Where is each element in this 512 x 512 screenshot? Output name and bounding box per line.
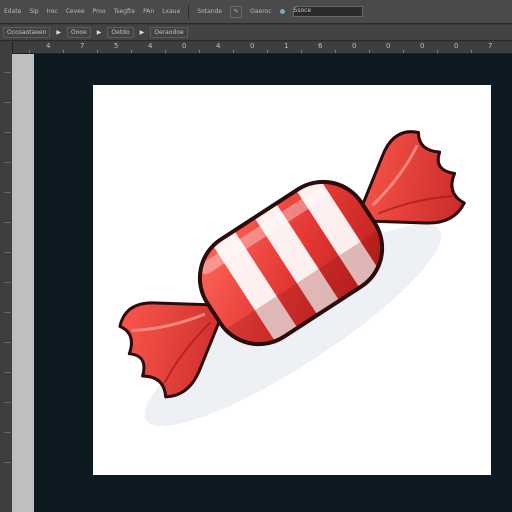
search-field[interactable]: Ssoce [292,6,363,17]
ruler-minor-tick [4,132,11,133]
menu-sip[interactable]: Sip [29,8,38,15]
ruler-minor-tick [4,432,11,433]
color-swatch-icon[interactable] [279,9,285,14]
ruler-minor-tick [199,50,200,53]
options-bar: Ocosaotaeen ▶ Oooe ▶ Oetdo ▶ Oeraodoe [0,25,512,41]
menu-edate[interactable]: Edate [4,8,21,15]
ruler-minor-tick [471,50,472,53]
menu-pan[interactable]: PAn [143,8,154,15]
ruler-tick: 6 [318,42,323,50]
play-icon[interactable]: ▶ [56,29,61,36]
ruler-minor-tick [233,50,234,53]
ruler-minor-tick [4,402,11,403]
ruler-tick: 4 [148,42,153,50]
ruler-minor-tick [437,50,438,53]
ruler-minor-tick [131,50,132,53]
ruler-minor-tick [4,342,11,343]
ruler-tick: 0 [250,42,255,50]
option-4[interactable]: Oeraodoe [150,27,188,38]
ruler-minor-tick [4,252,11,253]
menu-pmo[interactable]: Pmo [93,8,106,15]
ruler-tick: 7 [488,42,493,50]
ruler-minor-tick [4,102,11,103]
play-icon-2[interactable]: ▶ [97,29,102,36]
ruler-tick: 7 [80,42,85,50]
ruler-tick: 5 [114,42,119,50]
ruler-minor-tick [4,462,11,463]
menu-bar: Edate Sip Irec Cevee Pmo Tsegfte PAn Lxa… [0,0,512,24]
ruler-minor-tick [4,192,11,193]
ruler-minor-tick [97,50,98,53]
ruler-minor-tick [301,50,302,53]
tool-oaeroc[interactable]: Oaeroc [250,8,271,15]
menu-irec[interactable]: Irec [47,8,58,15]
ruler-tick: 0 [454,42,459,50]
ruler-minor-tick [4,72,11,73]
left-panel-strip [12,54,34,512]
ruler-minor-tick [369,50,370,53]
menu-cevee[interactable]: Cevee [66,8,85,15]
ruler-minor-tick [4,312,11,313]
ruler-tick: 0 [420,42,425,50]
top-ruler: 4 7 5 4 0 4 0 1 6 0 0 0 0 7 [12,42,512,54]
ruler-tick: 1 [284,42,289,50]
option-1[interactable]: Ocosaotaeen [3,27,51,38]
ruler-tick: 0 [182,42,187,50]
menu-lxaue[interactable]: Lxaue [162,8,180,15]
ruler-minor-tick [335,50,336,53]
ruler-minor-tick [4,372,11,373]
menu-tsegfte[interactable]: Tsegfte [114,8,135,15]
wrapped-candy-illustration [118,130,466,427]
ruler-minor-tick [63,50,64,53]
ruler-minor-tick [165,50,166,53]
ruler-minor-tick [267,50,268,53]
ruler-minor-tick [4,282,11,283]
ruler-minor-tick [29,50,30,53]
search-field-label: Ssoce [293,7,312,14]
menu-separator [188,4,190,19]
option-2[interactable]: Oooe [67,27,91,38]
ruler-minor-tick [4,162,11,163]
brush-icon[interactable]: ✎ [230,5,243,18]
ruler-tick: 4 [216,42,221,50]
play-icon-3[interactable]: ▶ [140,29,145,36]
ruler-minor-tick [403,50,404,53]
ruler-tick: 4 [46,42,51,50]
ruler-tick: 0 [386,42,391,50]
ruler-minor-tick [4,222,11,223]
document-canvas[interactable] [93,85,491,475]
tool-sotande[interactable]: Sotande [197,8,222,15]
ruler-tick: 0 [352,42,357,50]
option-3[interactable]: Oetdo [107,27,134,38]
